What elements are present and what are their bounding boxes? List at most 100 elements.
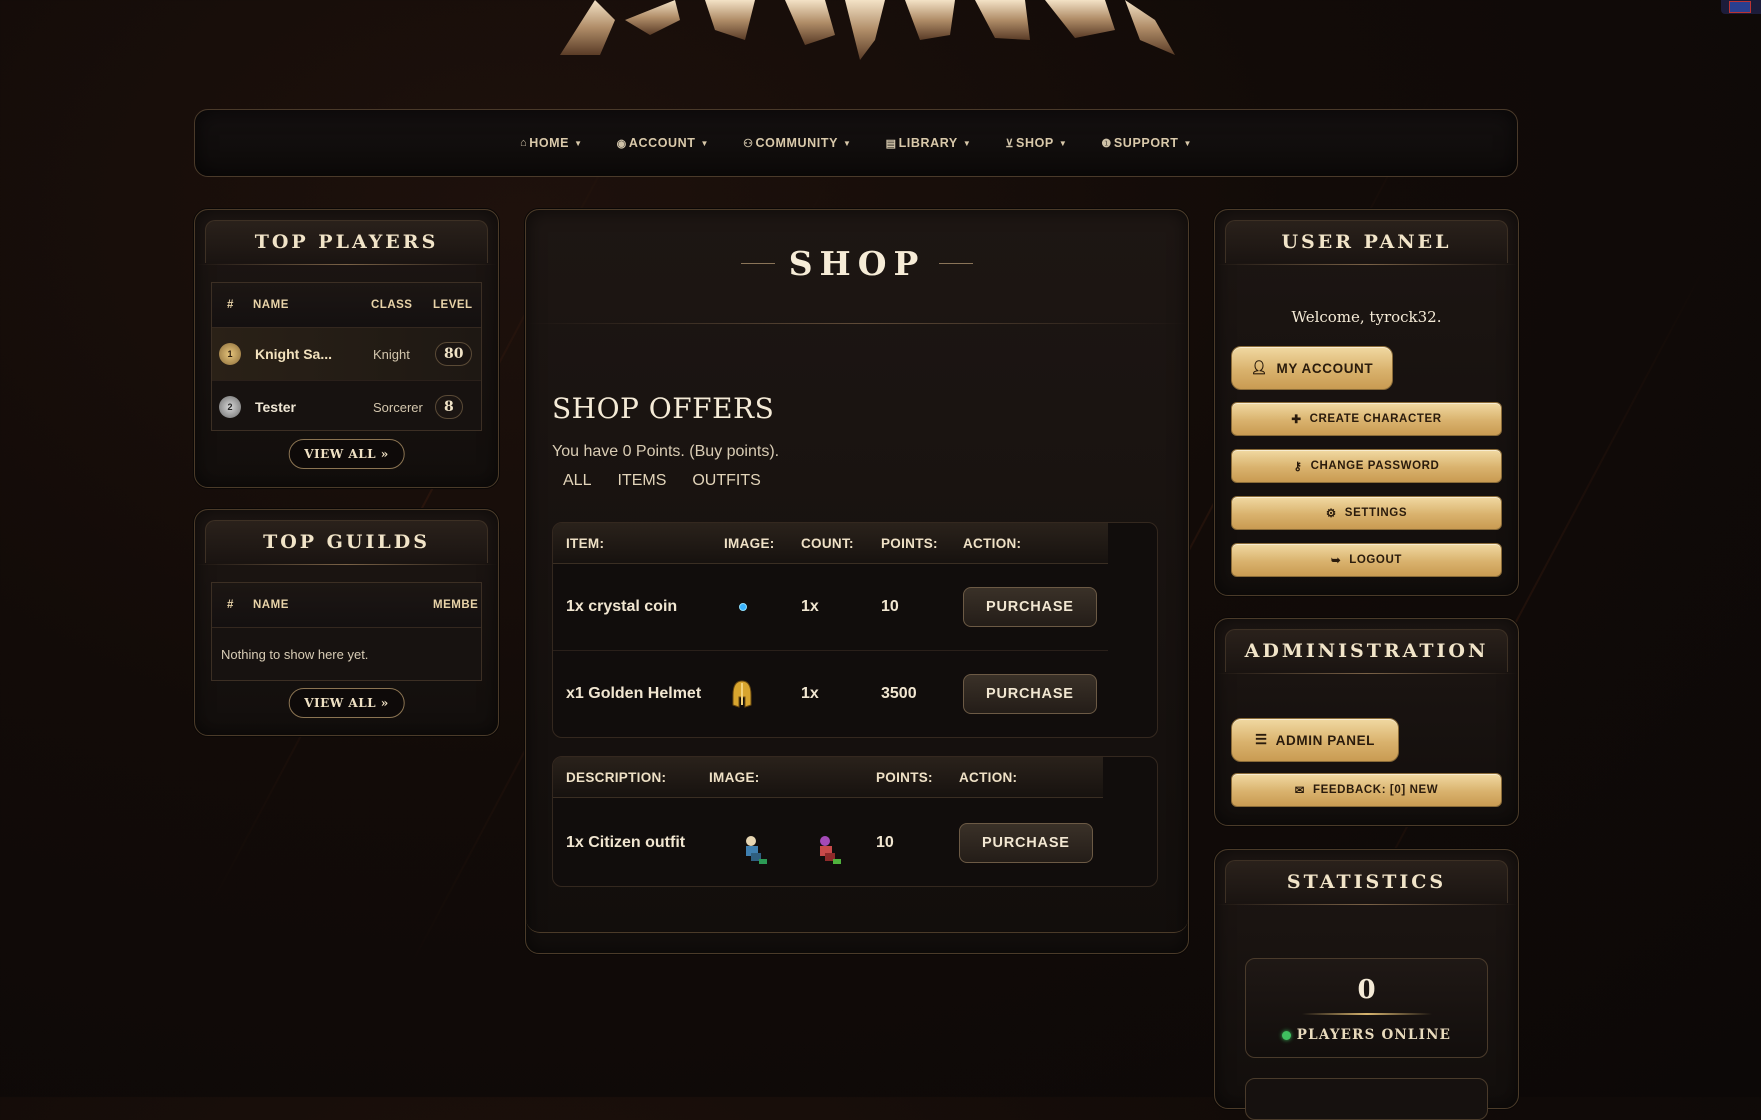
item-points: 3500 <box>881 685 917 702</box>
plus-icon: ✚ <box>1291 414 1302 426</box>
statistics-card <box>1245 1078 1488 1120</box>
home-icon: ⌂ <box>519 137 528 149</box>
support-icon: ❶ <box>1101 137 1112 150</box>
nav-library[interactable]: ▤ LIBRARY ▼ <box>886 136 972 150</box>
my-account-button[interactable]: 👤︎ MY ACCOUNT <box>1231 346 1393 390</box>
items-table: ITEM: IMAGE: COUNT: POINTS: ACTION: 1x c… <box>552 522 1158 738</box>
create-character-button[interactable]: ✚ CREATE CHARACTER <box>1231 402 1502 436</box>
players-online-count: 0 <box>1357 975 1376 1005</box>
top-guilds-table: # NAME MEMBE Nothing to show here yet. <box>211 582 482 681</box>
nav-support[interactable]: ❶ SUPPORT ▼ <box>1101 136 1192 150</box>
player-name[interactable]: Tester <box>255 399 373 415</box>
gear-icon: ⚙ <box>1325 508 1337 520</box>
top-players-panel: TOP PLAYERS # NAME CLASS LEVEL 1 Knight … <box>194 209 499 488</box>
site-logo[interactable] <box>555 0 1185 60</box>
table-header: # NAME MEMBE <box>212 583 481 628</box>
nav-account[interactable]: ◉ ACCOUNT ▼ <box>617 136 709 150</box>
player-level: 8 <box>435 395 463 419</box>
filter-all[interactable]: ALL <box>563 472 591 490</box>
filter-items[interactable]: ITEMS <box>617 472 666 490</box>
rank-gold-shield-icon: 1 <box>219 343 241 365</box>
user-icon: 👤︎ <box>1250 360 1269 375</box>
shop-panel: SHOP SHOP OFFERS You have 0 Points. (Buy… <box>525 209 1189 954</box>
user-panel-header: USER PANEL <box>1216 220 1517 265</box>
caret-down-icon: ▼ <box>1183 138 1193 148</box>
outfits-table: DESCRIPTION: IMAGE: POINTS: ACTION: 1x C… <box>552 756 1158 887</box>
table-header: DESCRIPTION: IMAGE: POINTS: ACTION: <box>553 757 1103 798</box>
crystal-coin-icon <box>724 602 801 612</box>
shop-cart-icon: ⊻ <box>1005 137 1015 150</box>
welcome-text: Welcome, tyrock32. <box>1291 308 1442 326</box>
view-all-guilds-button[interactable]: VIEW ALL » <box>288 688 405 718</box>
administration-panel: ADMINISTRATION ☰ ADMIN PANEL ✉ FEEDBACK: [… <box>1214 618 1519 826</box>
nav-community[interactable]: ⚇ COMMUNITY ▼ <box>743 136 851 150</box>
caret-down-icon: ▼ <box>962 138 972 148</box>
item-points: 10 <box>881 598 899 615</box>
logout-icon: ➥ <box>1330 555 1342 567</box>
top-guilds-header: TOP GUILDS <box>196 520 497 565</box>
page-title: SHOP <box>788 244 926 283</box>
table-row[interactable]: 2 Tester Sorcerer 8 <box>212 381 481 433</box>
table-row[interactable]: 1 Knight Sa... Knight 80 <box>212 328 481 381</box>
divider <box>939 263 974 264</box>
caret-down-icon: ▼ <box>843 138 852 148</box>
library-icon: ▤ <box>885 137 897 150</box>
admin-panel-button[interactable]: ☰ ADMIN PANEL <box>1231 718 1399 762</box>
purchase-button[interactable]: PURCHASE <box>963 587 1097 627</box>
nav-shop[interactable]: ⊻ SHOP ▼ <box>1005 136 1067 150</box>
purchase-button[interactable]: PURCHASE <box>959 823 1093 863</box>
golden-helmet-icon <box>724 679 801 709</box>
item-name: x1 Golden Helmet <box>566 685 702 702</box>
top-players-title: TOP PLAYERS <box>254 231 439 253</box>
language-flag-icon[interactable] <box>1721 0 1761 14</box>
player-level: 80 <box>435 342 473 366</box>
user-panel: USER PANEL Welcome, tyrock32. 👤︎ MY ACCOU… <box>1214 209 1519 596</box>
logout-button[interactable]: ➥ LOGOUT <box>1231 543 1502 577</box>
shop-offers-title: SHOP OFFERS <box>552 392 775 425</box>
sliders-icon: ☰ <box>1254 732 1268 747</box>
change-password-button[interactable]: ⚷ CHANGE PASSWORD <box>1231 449 1502 483</box>
caret-down-icon: ▼ <box>574 138 583 148</box>
male-citizen-outfit-icon <box>746 836 767 864</box>
offer-filters: ALL ITEMS OUTFITS <box>563 472 761 490</box>
outfit-name: 1x Citizen outfit <box>566 834 686 851</box>
administration-title: ADMINISTRATION <box>1244 640 1489 662</box>
statistics-title: STATISTICS <box>1286 871 1447 893</box>
user-panel-title: USER PANEL <box>1281 231 1452 253</box>
top-players-header: TOP PLAYERS <box>196 220 497 265</box>
player-class: Knight <box>373 346 410 362</box>
table-row: 1x Citizen outfit 10 PURCHASE <box>553 798 1103 886</box>
community-icon: ⚇ <box>743 137 754 150</box>
players-online-card: 0 PLAYERS ONLINE <box>1245 958 1488 1058</box>
table-header: # NAME CLASS LEVEL <box>212 283 481 328</box>
female-citizen-outfit-icon <box>820 836 841 864</box>
table-header: ITEM: IMAGE: COUNT: POINTS: ACTION: <box>553 523 1108 564</box>
outfit-points: 10 <box>876 834 894 851</box>
divider <box>740 263 775 264</box>
table-row: 1x crystal coin 1x 10 PURCHASE <box>553 564 1108 651</box>
statistics-header: STATISTICS <box>1216 860 1517 905</box>
item-count: 1x <box>801 685 819 702</box>
top-guilds-panel: TOP GUILDS # NAME MEMBE Nothing to show … <box>194 509 499 736</box>
caret-down-icon: ▼ <box>1058 138 1068 148</box>
divider <box>526 323 1188 324</box>
comments-icon: ✉ <box>1294 785 1306 797</box>
main-nav: ⌂ HOME ▼ ◉ ACCOUNT ▼ ⚇ COMMUNITY ▼ ▤ LIBRARY ▼ ⊻… <box>194 109 1518 177</box>
empty-message: Nothing to show here yet. <box>221 646 369 662</box>
item-count: 1x <box>801 598 819 615</box>
view-all-players-button[interactable]: VIEW ALL » <box>288 439 405 469</box>
outfit-images <box>709 819 876 867</box>
caret-down-icon: ▼ <box>700 138 710 148</box>
purchase-button[interactable]: PURCHASE <box>963 674 1097 714</box>
feedback-button[interactable]: ✉ FEEDBACK: [0] NEW <box>1231 773 1502 807</box>
online-status-dot-icon <box>1281 1030 1291 1040</box>
points-balance-text[interactable]: You have 0 Points. (Buy points). <box>552 443 779 461</box>
shop-header: SHOP <box>526 244 1188 283</box>
administration-header: ADMINISTRATION <box>1216 629 1517 674</box>
player-name[interactable]: Knight Sa... <box>255 346 373 362</box>
divider <box>1301 1013 1432 1015</box>
filter-outfits[interactable]: OUTFITS <box>692 472 760 490</box>
settings-button[interactable]: ⚙ SETTINGS <box>1231 496 1502 530</box>
player-class: Sorcerer <box>373 399 423 415</box>
nav-home[interactable]: ⌂ HOME ▼ <box>520 136 583 150</box>
